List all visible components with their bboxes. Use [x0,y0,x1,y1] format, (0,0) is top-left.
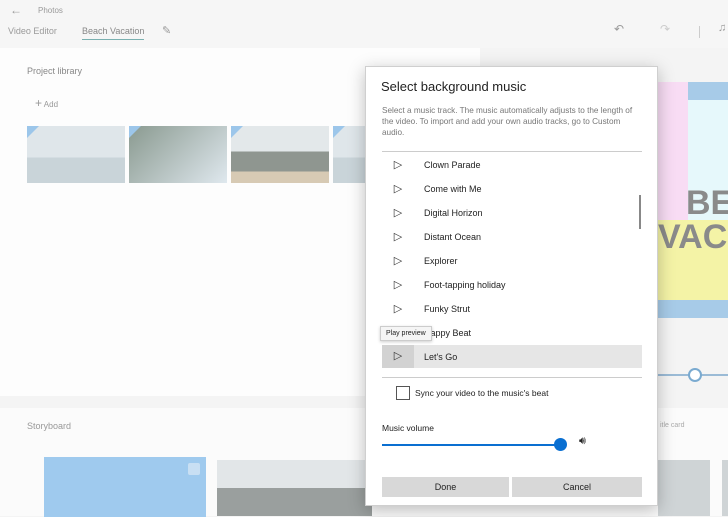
library-thumbnail[interactable] [231,126,329,183]
track-name: Distant Ocean [424,232,481,242]
clip-checkbox[interactable] [188,463,200,475]
play-icon[interactable]: ▷ [382,302,414,315]
app-name: Photos [38,6,63,15]
volume-thumb[interactable] [554,438,567,451]
track-item[interactable]: ▷ Distant Ocean [382,225,642,248]
storyboard-title: Storyboard [27,421,71,431]
library-title: Project library [27,66,82,76]
divider [382,377,642,378]
library-thumbnail[interactable] [27,126,125,183]
library-thumbnail[interactable] [129,126,227,183]
track-name: Funky Strut [424,304,470,314]
scrollbar[interactable] [639,195,641,229]
track-item[interactable]: ▷ Digital Horizon [382,201,642,224]
divider [382,151,642,152]
track-item[interactable]: ▷ Come with Me [382,177,642,200]
volume-label: Music volume [382,423,434,433]
cancel-button[interactable]: Cancel [512,477,642,497]
project-title[interactable]: Beach Vacation [82,26,144,40]
track-item-selected[interactable]: ▷ Let's Go [382,345,642,368]
library-thumbnail[interactable] [333,126,365,183]
dialog-description: Select a music track. The music automati… [382,105,644,138]
redo-icon[interactable]: ↷ [660,22,670,36]
storyboard-clip[interactable] [722,460,728,516]
timeline-thumb[interactable] [688,368,702,382]
storyboard-clip[interactable] [217,460,372,516]
preview-title-line2: VAC [658,218,727,257]
track-name: Clown Parade [424,160,481,170]
track-item[interactable]: ▷ Clown Parade [382,153,642,176]
sync-label: Sync your video to the music's beat [415,388,548,398]
add-title-card-button[interactable]: itle card [660,422,685,429]
pencil-icon[interactable]: ✎ [162,24,171,37]
play-icon[interactable]: ▷ [382,182,414,195]
dialog-title: Select background music [381,79,526,94]
plus-icon: + [35,96,42,110]
track-item[interactable]: ▷ Foot-tapping holiday [382,273,642,296]
play-icon[interactable]: ▷ [382,158,414,171]
storyboard-clip[interactable] [44,457,206,517]
add-label: Add [44,100,58,109]
background-music-dialog: Select background music Select a music t… [365,66,658,506]
track-item[interactable]: ▷ Funky Strut [382,297,642,320]
track-list: ▷ Clown Parade ▷ Come with Me ▷ Digital Hor… [366,153,659,377]
undo-icon[interactable]: ↶ [614,22,624,36]
back-icon[interactable]: ← [10,3,22,17]
volume-slider[interactable] [382,444,562,446]
breadcrumb-video-editor[interactable]: Video Editor [8,26,57,36]
play-icon[interactable]: ▷ [382,345,414,368]
speaker-icon[interactable]: 🔊︎ [579,435,586,448]
play-icon[interactable]: ▷ [382,254,414,267]
divider [699,26,700,38]
app-header: ← Photos Video Editor Beach Vacation ✎ ↶… [0,0,728,48]
tooltip: Play preview [380,326,432,341]
track-name: Digital Horizon [424,208,483,218]
play-icon[interactable]: ▷ [382,230,414,243]
track-name: Let's Go [424,352,457,362]
sync-checkbox[interactable] [396,386,410,400]
storyboard-clip[interactable] [658,460,710,516]
track-name: Explorer [424,256,458,266]
add-button[interactable]: + Add [35,96,58,110]
play-icon[interactable]: ▷ [382,278,414,291]
track-item[interactable]: ▷ Explorer [382,249,642,272]
track-name: Foot-tapping holiday [424,280,506,290]
music-icon[interactable]: ♫ [718,22,726,34]
track-name: Come with Me [424,184,482,194]
play-icon[interactable]: ▷ [382,206,414,219]
video-preview: BE VAC [658,82,728,318]
done-button[interactable]: Done [382,477,509,497]
